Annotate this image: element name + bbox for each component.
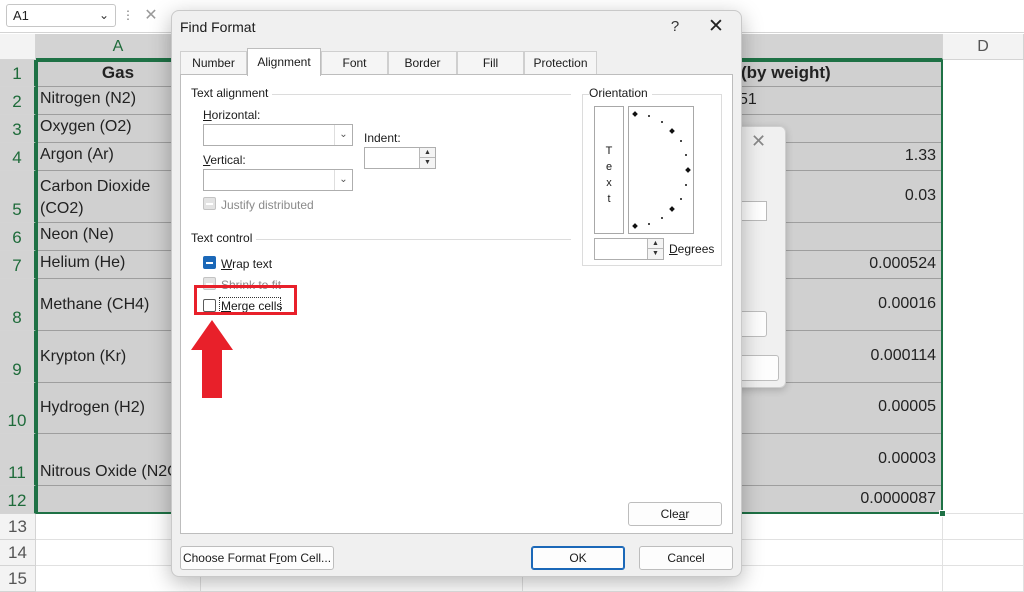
row-header[interactable]: 13 bbox=[0, 514, 36, 540]
row-header[interactable]: 4 bbox=[0, 143, 36, 171]
empty-cell[interactable] bbox=[943, 540, 1024, 566]
row-header[interactable]: 15 bbox=[0, 566, 36, 592]
row-header[interactable]: 12 bbox=[0, 486, 36, 514]
empty-cell[interactable] bbox=[943, 514, 1024, 540]
orientation-dial[interactable] bbox=[628, 106, 694, 234]
text-control-label: Text control bbox=[191, 231, 257, 245]
row-header[interactable]: 6 bbox=[0, 223, 36, 251]
find-format-dialog: Find Format ? ✕ Number Alignment Font Bo… bbox=[171, 10, 742, 577]
degrees-label: Degrees bbox=[669, 242, 715, 256]
dialog-title: Find Format bbox=[180, 19, 256, 35]
name-box[interactable]: A1 ⌄ bbox=[6, 4, 116, 27]
row-header[interactable]: 2 bbox=[0, 87, 36, 115]
annotation-highlight-box bbox=[194, 285, 297, 315]
select-all-corner[interactable] bbox=[0, 34, 36, 60]
row-header[interactable]: 14 bbox=[0, 540, 36, 566]
ok-button[interactable]: OK bbox=[531, 546, 625, 570]
justify-distributed-label: Justify distributed bbox=[221, 198, 314, 212]
chevron-down-icon[interactable]: ⌄ bbox=[99, 5, 109, 26]
clear-button[interactable]: Clear bbox=[628, 502, 722, 526]
degrees-stepper[interactable]: ▲ ▼ bbox=[594, 238, 664, 260]
row-header[interactable]: 10 bbox=[0, 383, 36, 434]
chevron-down-icon[interactable]: ⌄ bbox=[334, 170, 352, 190]
annotation-arrow-icon bbox=[191, 320, 233, 398]
vertical-label: Vertical: bbox=[203, 153, 246, 167]
tab-protection[interactable]: Protection bbox=[524, 51, 597, 75]
row-header[interactable]: 7 bbox=[0, 251, 36, 279]
tab-border[interactable]: Border bbox=[388, 51, 457, 75]
close-icon[interactable]: ✕ bbox=[704, 15, 728, 39]
indent-label: Indent: bbox=[364, 131, 401, 145]
indent-stepper[interactable]: ▲ ▼ bbox=[364, 147, 436, 169]
column-d-cells[interactable] bbox=[943, 60, 1024, 514]
excel-window: A1 ⌄ ⋮ ✕ A D 1 2 3 4 5 6 7 8 9 10 11 12 … bbox=[0, 0, 1024, 592]
vertical-text-button[interactable]: T e x t bbox=[594, 106, 624, 234]
empty-cell[interactable] bbox=[943, 566, 1024, 592]
justify-distributed-checkbox[interactable] bbox=[203, 197, 216, 210]
choose-format-from-cell-button[interactable]: Choose Format From Cell... bbox=[180, 546, 334, 570]
format-dropdown[interactable] bbox=[739, 201, 767, 221]
row-header[interactable]: 1 bbox=[0, 60, 36, 87]
spin-down-icon[interactable]: ▼ bbox=[647, 249, 663, 259]
text-alignment-label: Text alignment bbox=[191, 86, 273, 100]
vertical-select[interactable]: ⌄ bbox=[203, 169, 353, 191]
name-box-value: A1 bbox=[13, 8, 29, 23]
row-header[interactable]: 9 bbox=[0, 331, 36, 383]
help-icon[interactable]: ? bbox=[664, 15, 686, 39]
fill-handle[interactable] bbox=[939, 510, 946, 517]
row-header[interactable]: 3 bbox=[0, 115, 36, 143]
cancel-button[interactable]: Cancel bbox=[639, 546, 733, 570]
wrap-text-checkbox[interactable] bbox=[203, 256, 216, 269]
wrap-text-label: Wrap text bbox=[221, 257, 273, 271]
row-header[interactable]: 8 bbox=[0, 279, 36, 331]
spin-up-icon[interactable]: ▲ bbox=[647, 239, 663, 249]
cancel-icon[interactable]: ✕ bbox=[140, 4, 162, 27]
tab-alignment[interactable]: Alignment bbox=[247, 48, 321, 76]
row-header[interactable]: 5 bbox=[0, 171, 36, 223]
tab-number[interactable]: Number bbox=[180, 51, 247, 75]
spin-up-icon[interactable]: ▲ bbox=[419, 148, 435, 158]
close-icon[interactable]: ✕ bbox=[751, 131, 766, 152]
tab-fill[interactable]: Fill bbox=[457, 51, 524, 75]
chevron-down-icon[interactable]: ⌄ bbox=[334, 125, 352, 145]
vertical-text-label: T e x t bbox=[605, 145, 613, 205]
orientation-label: Orientation bbox=[589, 86, 652, 100]
spin-down-icon[interactable]: ▼ bbox=[419, 158, 435, 168]
orientation-dial-icon bbox=[632, 111, 691, 229]
alignment-panel: Text alignment Horizontal: ⌄ Indent: ▲ ▼… bbox=[180, 74, 733, 534]
column-header-d[interactable]: D bbox=[943, 34, 1024, 60]
row-header[interactable]: 11 bbox=[0, 434, 36, 486]
tab-font[interactable]: Font bbox=[321, 51, 388, 75]
horizontal-label: Horizontal: bbox=[203, 108, 261, 122]
grip-icon: ⋮ bbox=[122, 8, 134, 22]
horizontal-select[interactable]: ⌄ bbox=[203, 124, 353, 146]
